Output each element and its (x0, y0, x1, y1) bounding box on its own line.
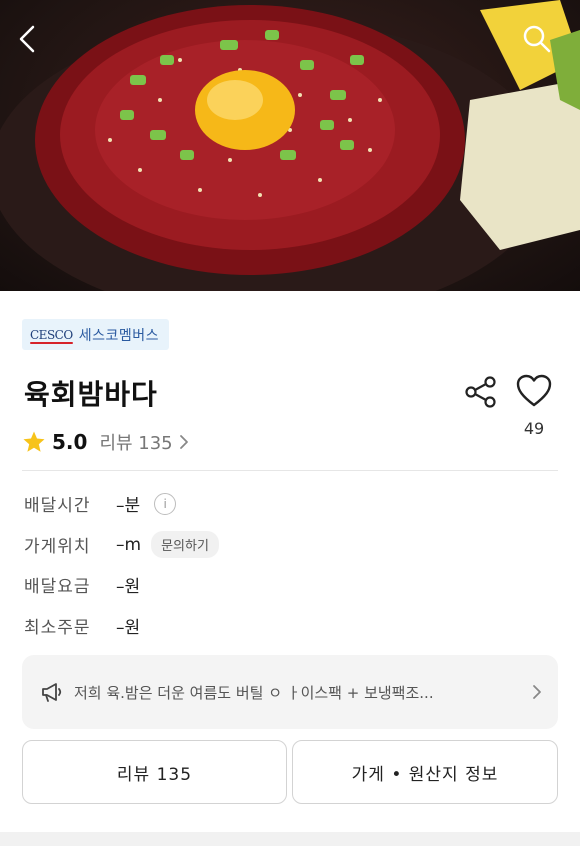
star-icon (23, 431, 45, 452)
brand-badge: CESCO 세스코멤버스 (22, 319, 169, 350)
chevron-right-icon (533, 685, 541, 699)
min-order-value: –원 (116, 618, 141, 638)
info-delivery-fee: 배달요금 –원 (24, 572, 140, 597)
inquiry-button[interactable]: 문의하기 (151, 531, 219, 558)
delivery-fee-value: –원 (116, 577, 141, 597)
search-button[interactable] (522, 24, 562, 64)
info-value: –분 i (116, 491, 177, 516)
brand-name: 세스코멤버스 (78, 327, 159, 344)
info-delivery-time: 배달시간 –분 i (24, 491, 177, 516)
review-count-link[interactable]: 리뷰 135 (99, 429, 188, 455)
rating-score: 5.0 (52, 430, 88, 454)
store-title: 육회밤바다 (24, 378, 158, 411)
notice-text: 저희 육.밤은 더운 여름도 버틸 ㅇ ㅏ이스팩 + 보냉팩조... (74, 683, 434, 702)
store-info-panel: CESCO 세스코멤버스 육회밤바다 49 5.0 리뷰 135 배달시간 –분… (0, 291, 580, 846)
chevron-left-icon (19, 25, 35, 53)
back-button[interactable] (16, 24, 56, 64)
like-count: 49 (523, 419, 545, 438)
info-icon[interactable]: i (154, 492, 177, 515)
delivery-time-value: –분 (116, 496, 141, 516)
info-label: 배달시간 (24, 496, 91, 516)
brand-logo: CESCO (30, 327, 73, 344)
hero-image (0, 0, 580, 291)
divider (22, 470, 558, 471)
chevron-right-icon (179, 435, 188, 449)
location-value: –m (116, 534, 142, 555)
store-origin-info-button[interactable]: 가게 • 원산지 정보 (292, 740, 558, 804)
heart-icon (516, 374, 552, 407)
rating-row: 5.0 리뷰 135 (22, 429, 189, 455)
megaphone-icon (42, 683, 62, 702)
share-button[interactable] (462, 373, 500, 411)
section-separator (0, 832, 580, 846)
search-icon (523, 25, 551, 53)
info-min-order: 최소주문 –원 (24, 613, 140, 638)
review-button[interactable]: 리뷰 135 (22, 740, 287, 804)
info-label: 가게위치 (24, 537, 91, 557)
info-label: 배달요금 (24, 577, 91, 597)
food-photo (0, 0, 580, 291)
info-value: –m 문의하기 (116, 531, 219, 558)
notice-banner[interactable]: 저희 육.밤은 더운 여름도 버틸 ㅇ ㅏ이스팩 + 보냉팩조... (22, 655, 558, 729)
review-count-label: 리뷰 135 (99, 433, 173, 454)
info-location: 가게위치 –m 문의하기 (24, 531, 219, 558)
like-button[interactable] (514, 371, 554, 411)
info-label: 최소주문 (24, 618, 91, 638)
share-icon (465, 376, 496, 408)
